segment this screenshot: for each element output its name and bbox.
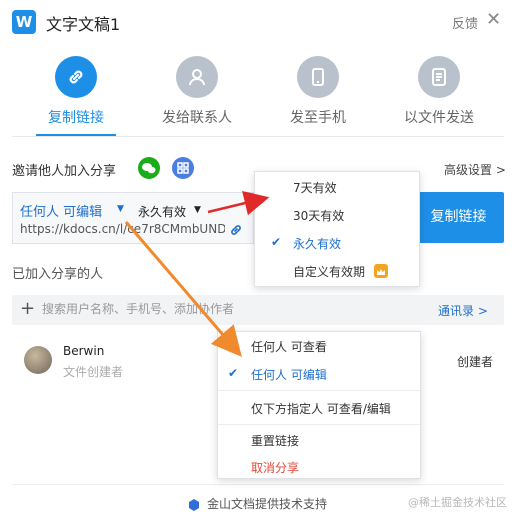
member-name: Berwin: [63, 344, 105, 358]
person-icon: [176, 56, 218, 98]
tab-label: 发至手机: [290, 110, 346, 126]
feedback-link[interactable]: 反馈: [452, 13, 478, 32]
close-icon[interactable]: ✕: [486, 9, 501, 30]
wechat-icon[interactable]: [138, 157, 160, 179]
tab-send-phone[interactable]: 发至手机: [273, 56, 363, 127]
menu-divider: [218, 424, 420, 425]
joined-label: 已加入分享的人: [12, 267, 104, 282]
menu-item-permanent[interactable]: 永久有效: [293, 235, 341, 252]
share-url: https://kdocs.cn/l/ce7r8CMmbUND: [20, 222, 225, 236]
advanced-settings-link[interactable]: 高级设置 >: [444, 161, 506, 178]
phone-icon: [297, 56, 339, 98]
link-icon: [55, 56, 97, 98]
watermark: @稀土掘金技术社区: [408, 496, 507, 509]
divider: [12, 136, 504, 137]
footer-text: 金山文档提供技术支持: [207, 497, 328, 511]
tab-send-contact[interactable]: 发给联系人: [152, 56, 242, 127]
tab-send-file[interactable]: 以文件发送: [394, 56, 484, 127]
menu-divider: [218, 390, 420, 391]
file-icon: [418, 56, 460, 98]
permission-menu: 任何人 可查看 ✔ 任何人 可编辑 仅下方指定人 可查看/编辑 重置链接 取消分…: [217, 331, 421, 479]
tab-copy-link[interactable]: 复制链接: [31, 56, 121, 127]
window-title: 文字文稿1: [46, 15, 121, 34]
divider: [12, 484, 504, 485]
invite-label: 邀请他人加入分享: [12, 164, 117, 179]
member-role: 创建者: [457, 355, 494, 369]
qrcode-icon[interactable]: [172, 157, 194, 179]
avatar: [24, 346, 52, 374]
check-icon: ✔: [228, 366, 239, 380]
copy-link-button[interactable]: 复制链接: [413, 192, 504, 243]
plus-icon: +: [20, 298, 36, 319]
menu-item-anyone-view[interactable]: 任何人 可查看: [251, 338, 327, 355]
expiry-dropdown[interactable]: 永久有效: [138, 203, 186, 220]
caret-down-icon[interactable]: ▼: [194, 205, 201, 215]
menu-item-reset-link[interactable]: 重置链接: [251, 432, 299, 449]
tab-label: 发给联系人: [162, 110, 232, 126]
contacts-link[interactable]: 通讯录 >: [438, 302, 488, 319]
menu-item-30-days[interactable]: 30天有效: [293, 207, 344, 224]
search-input[interactable]: [42, 300, 242, 318]
member-subtitle: 文件创建者: [63, 365, 124, 379]
link-copy-icon[interactable]: [229, 222, 243, 236]
menu-item-anyone-edit[interactable]: 任何人 可编辑: [251, 366, 327, 383]
permission-dropdown[interactable]: 任何人 可编辑: [20, 201, 102, 220]
caret-down-icon[interactable]: ▼: [117, 204, 124, 214]
tab-label: 复制链接: [48, 110, 104, 126]
tab-label: 以文件发送: [404, 110, 474, 126]
menu-item-cancel-share[interactable]: 取消分享: [251, 459, 299, 476]
app-logo: W: [12, 10, 36, 34]
expiry-menu: 7天有效 30天有效 ✔ 永久有效 自定义有效期: [254, 171, 420, 287]
menu-item-specified-only[interactable]: 仅下方指定人 可查看/编辑: [251, 400, 391, 417]
check-icon: ✔: [271, 235, 282, 249]
crown-icon: [374, 264, 388, 278]
kingsoft-logo-icon: [188, 496, 200, 511]
menu-item-7-days[interactable]: 7天有效: [293, 179, 337, 196]
menu-item-custom[interactable]: 自定义有效期: [293, 263, 365, 280]
